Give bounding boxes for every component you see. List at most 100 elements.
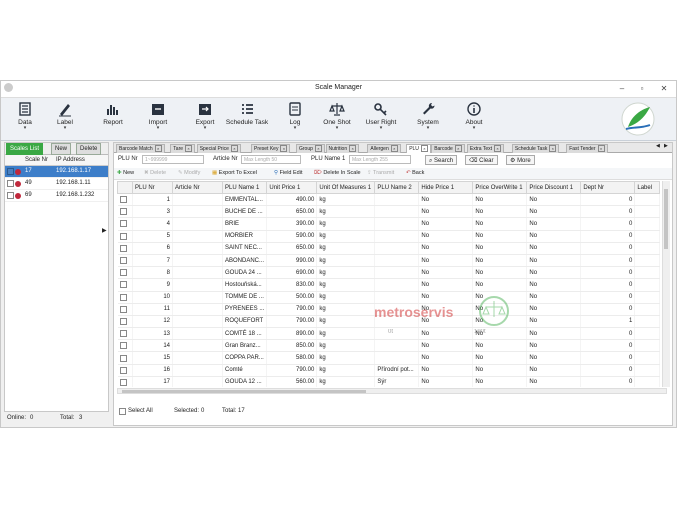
- tab-preset-key[interactable]: Preset Key ×: [251, 144, 291, 153]
- col-hide-price-1[interactable]: Hide Price 1: [418, 181, 474, 194]
- col-select[interactable]: [117, 181, 133, 194]
- tab-scroll-right-icon[interactable]: ▶: [664, 143, 668, 149]
- table-row[interactable]: 4 BRIE 390.00 kg No No No 0: [117, 217, 661, 231]
- table-row[interactable]: 14 Gran Branz... 850.00 kg No No No 0: [117, 339, 661, 353]
- ribbon-user-right-button[interactable]: User Right ▾: [359, 100, 403, 138]
- export-to-excel-button[interactable]: ▦ Export To Excel: [212, 169, 257, 178]
- row-checkbox[interactable]: [117, 205, 133, 219]
- ribbon-data-button[interactable]: Data ▾: [3, 100, 47, 138]
- tab-scales-list[interactable]: Scales List: [6, 143, 44, 155]
- scale-checkbox[interactable]: [7, 192, 14, 199]
- tab-barcode-match[interactable]: Barcode Match ×: [116, 144, 165, 153]
- row-select-checkbox[interactable]: [119, 330, 127, 338]
- delete-in-scale-button[interactable]: ⌦ Delete In Scale: [314, 169, 361, 178]
- close-tab-icon[interactable]: ×: [185, 145, 193, 153]
- row-checkbox[interactable]: [117, 266, 133, 280]
- close-tab-icon[interactable]: ×: [454, 145, 462, 153]
- new-scale-button[interactable]: New: [51, 143, 72, 155]
- row-select-checkbox[interactable]: [119, 317, 127, 325]
- close-tab-icon[interactable]: ×: [494, 145, 502, 153]
- tab-group[interactable]: Group ×: [296, 144, 325, 153]
- transmit-button[interactable]: ⇪ Transmit: [367, 169, 394, 178]
- row-select-checkbox[interactable]: [119, 305, 127, 313]
- row-select-checkbox[interactable]: [119, 232, 127, 240]
- table-row[interactable]: 8 GOUDA 24 ... 690.00 kg No No No 0: [117, 266, 661, 280]
- col-plu-nr[interactable]: PLU Nr: [132, 181, 173, 194]
- delete-button[interactable]: ✖ Delete: [144, 169, 166, 178]
- ribbon-about-button[interactable]: About ▾: [452, 100, 496, 138]
- close-tab-icon[interactable]: ×: [390, 145, 398, 153]
- tab-extra-text[interactable]: Extra Text ×: [466, 144, 505, 153]
- close-tab-icon[interactable]: ×: [230, 145, 238, 153]
- close-tab-icon[interactable]: ×: [349, 145, 357, 153]
- plu-name-input[interactable]: Max Length 255: [349, 155, 411, 164]
- vertical-scroll-thumb[interactable]: [664, 189, 668, 249]
- back-button[interactable]: ↶ Back: [406, 169, 424, 178]
- modify-button[interactable]: ✎ Modify: [178, 169, 200, 178]
- tab-scroll-left-icon[interactable]: ◀: [656, 143, 660, 149]
- new-button[interactable]: ✚ New: [117, 169, 134, 178]
- article-nr-input[interactable]: Max Length 50: [241, 155, 301, 164]
- tab-special-price[interactable]: Special Price ×: [196, 144, 241, 153]
- col-label[interactable]: Label: [634, 181, 661, 194]
- close-tab-icon[interactable]: ×: [597, 145, 605, 153]
- close-tab-icon[interactable]: ×: [420, 145, 428, 153]
- tab-tare[interactable]: Tare ×: [170, 144, 196, 153]
- table-row[interactable]: 6 SAINT NEC... 650.00 kg No No No 0: [117, 242, 661, 255]
- row-checkbox[interactable]: [117, 376, 133, 387]
- table-row[interactable]: 7 ABONDANC... 990.00 kg No No No 0: [117, 254, 661, 268]
- tab-schedule-task[interactable]: Schedule Task ×: [511, 144, 560, 153]
- col-price-discount-1[interactable]: Price Discount 1: [526, 181, 582, 194]
- col-plu-name-2[interactable]: PLU Name 2: [374, 181, 420, 194]
- row-checkbox[interactable]: [117, 278, 133, 292]
- row-select-checkbox[interactable]: [119, 378, 127, 386]
- row-select-checkbox[interactable]: [119, 220, 127, 228]
- row-checkbox[interactable]: [117, 230, 133, 243]
- scale-checkbox[interactable]: [7, 180, 14, 187]
- table-row[interactable]: 15 COPPA PAR... 580.00 kg No No No 0: [117, 351, 661, 365]
- col-unit-price-1[interactable]: Unit Price 1: [266, 181, 318, 194]
- row-select-checkbox[interactable]: [119, 257, 127, 265]
- table-row[interactable]: 13 COMTÉ 18 ... 890.00 kg No No No 0: [117, 327, 661, 341]
- ribbon-log-button[interactable]: Log ▾: [273, 100, 317, 138]
- row-checkbox[interactable]: [117, 351, 133, 365]
- close-button[interactable]: ✕: [657, 83, 671, 95]
- row-checkbox[interactable]: [117, 242, 133, 255]
- row-checkbox[interactable]: [117, 303, 133, 316]
- col-plu-name-1[interactable]: PLU Name 1: [221, 181, 268, 194]
- row-select-checkbox[interactable]: [119, 366, 127, 374]
- row-select-checkbox[interactable]: [119, 269, 127, 277]
- ribbon-schedule-task-button[interactable]: Schedule Task: [225, 100, 269, 138]
- ribbon-export-button[interactable]: Export ▾: [183, 100, 227, 138]
- ribbon-system-button[interactable]: System ▾: [406, 100, 450, 138]
- tab-plu[interactable]: PLU ×: [406, 144, 431, 153]
- maximize-button[interactable]: ▫: [635, 83, 649, 95]
- row-checkbox[interactable]: [117, 339, 133, 353]
- row-checkbox[interactable]: [117, 327, 133, 341]
- search-button[interactable]: ⌕ Search: [425, 155, 458, 165]
- ribbon-one-shot-button[interactable]: One Shot ▾: [315, 100, 359, 138]
- row-select-checkbox[interactable]: [119, 196, 127, 204]
- row-select-checkbox[interactable]: [119, 208, 127, 216]
- row-select-checkbox[interactable]: [119, 354, 127, 362]
- col-article-nr[interactable]: Article Nr: [172, 181, 223, 194]
- ribbon-report-button[interactable]: Report: [91, 100, 135, 138]
- select-all-checkbox[interactable]: [119, 408, 126, 415]
- ribbon-import-button[interactable]: Import ▾: [136, 100, 180, 138]
- table-row[interactable]: 12 ROQUEFORT 790.00 kg No No No 1: [117, 315, 661, 329]
- horizontal-scroll-thumb[interactable]: [122, 390, 366, 393]
- scale-row[interactable]: 69 192.168.1.232: [5, 190, 108, 202]
- row-select-checkbox[interactable]: [119, 281, 127, 289]
- collapse-arrow-icon[interactable]: ▶: [102, 227, 107, 234]
- scale-checkbox[interactable]: [7, 168, 14, 175]
- close-tab-icon[interactable]: ×: [154, 145, 162, 153]
- tab-fast-tender[interactable]: Fast Tender ×: [566, 144, 608, 153]
- close-tab-icon[interactable]: ×: [314, 145, 322, 153]
- delete-scale-button[interactable]: Delete: [76, 143, 102, 155]
- row-select-checkbox[interactable]: [119, 293, 127, 301]
- row-select-checkbox[interactable]: [119, 342, 127, 350]
- row-select-checkbox[interactable]: [119, 244, 127, 252]
- minimize-button[interactable]: –: [615, 83, 629, 95]
- col-dept-nr[interactable]: Dept Nr: [580, 181, 636, 194]
- col-ip-address[interactable]: IP Address: [56, 157, 85, 163]
